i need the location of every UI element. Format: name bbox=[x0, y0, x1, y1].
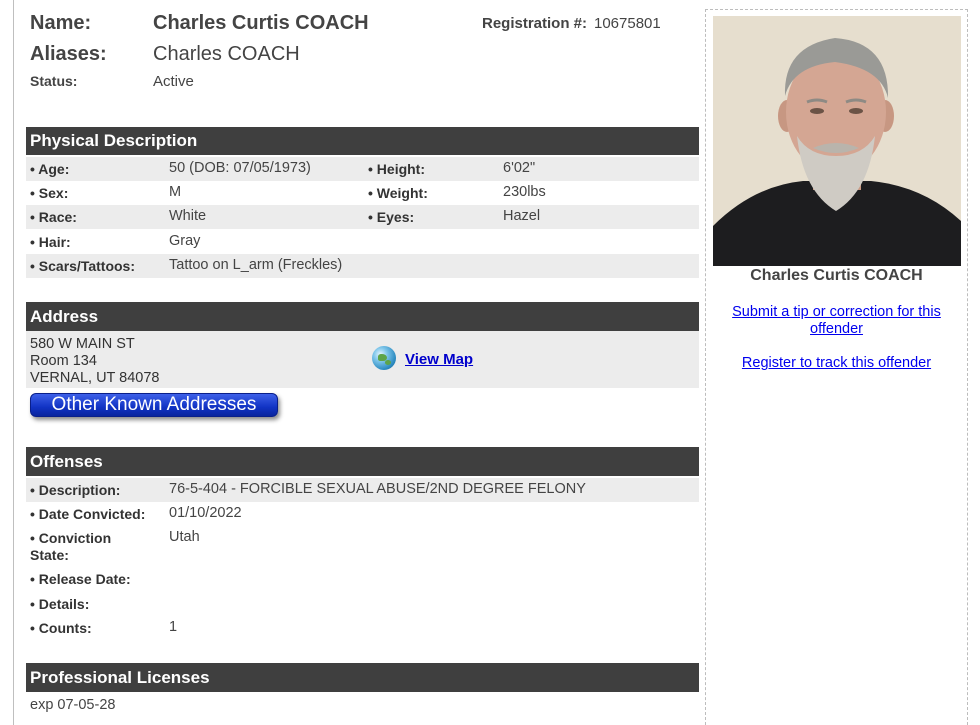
name-value: Charles Curtis COACH bbox=[153, 12, 369, 34]
hair-value: Gray bbox=[169, 233, 201, 249]
age-value: 50 (DOB: 07/05/1973) bbox=[169, 160, 311, 176]
counts-value: 1 bbox=[169, 619, 178, 635]
aliases-value: Charles COACH bbox=[153, 43, 300, 65]
scars-label: • Scars/Tattoos: bbox=[30, 258, 135, 274]
offense-row-date: • Date Convicted: 01/10/2022 bbox=[26, 502, 699, 526]
view-map-link[interactable]: View Map bbox=[405, 351, 473, 368]
offense-row-counts: • Counts: 1 bbox=[26, 616, 699, 640]
address-line-2: Room 134 bbox=[30, 353, 97, 369]
left-border bbox=[13, 0, 14, 725]
date-convicted-value: 01/10/2022 bbox=[169, 505, 242, 521]
address-line-3: VERNAL, UT 84078 bbox=[30, 370, 160, 386]
physical-description-header: Physical Description bbox=[26, 127, 699, 155]
offense-row-description: • Description: 76-5-404 - FORCIBLE SEXUA… bbox=[26, 478, 699, 502]
physical-row-scars: • Scars/Tattoos: Tattoo on L_arm (Freckl… bbox=[26, 254, 699, 278]
counts-label: • Counts: bbox=[30, 620, 92, 636]
physical-row-age: • Age: 50 (DOB: 07/05/1973) • Height: 6'… bbox=[26, 157, 699, 181]
aliases-label: Aliases: bbox=[30, 43, 107, 65]
eyes-value: Hazel bbox=[503, 208, 541, 224]
address-box: 580 W MAIN ST Room 134 VERNAL, UT 84078 … bbox=[26, 331, 699, 388]
physical-row-hair: • Hair: Gray bbox=[26, 230, 699, 254]
offender-photo bbox=[713, 16, 961, 266]
offense-row-details: • Details: bbox=[26, 592, 699, 616]
conviction-state-value: Utah bbox=[169, 529, 200, 545]
side-offender-name: Charles Curtis COACH bbox=[750, 267, 923, 284]
registration-value: 10675801 bbox=[594, 15, 661, 32]
professional-licenses-header: Professional Licenses bbox=[26, 663, 699, 692]
weight-label: • Weight: bbox=[368, 185, 428, 201]
scars-value: Tattoo on L_arm (Freckles) bbox=[169, 257, 343, 273]
weight-value: 230lbs bbox=[503, 184, 546, 200]
race-label: • Race: bbox=[30, 209, 77, 225]
age-label: • Age: bbox=[30, 161, 70, 177]
submit-tip-link-line-1[interactable]: Submit a tip or correction for this bbox=[732, 304, 941, 320]
offense-row-state: • Conviction State: Utah bbox=[26, 526, 699, 564]
physical-row-sex: • Sex: M • Weight: 230lbs bbox=[26, 181, 699, 205]
hair-label: • Hair: bbox=[30, 234, 71, 250]
offense-row-release: • Release Date: bbox=[26, 567, 699, 591]
name-label: Name: bbox=[30, 12, 92, 34]
physical-row-race: • Race: White • Eyes: Hazel bbox=[26, 205, 699, 229]
offenses-header: Offenses bbox=[26, 447, 699, 476]
conviction-state-label: • Conviction bbox=[30, 530, 112, 546]
sex-label: • Sex: bbox=[30, 185, 69, 201]
registration-label: Registration #: bbox=[482, 15, 588, 32]
conviction-state-label-cont: State: bbox=[30, 547, 69, 563]
height-label: • Height: bbox=[368, 161, 426, 177]
height-value: 6'02" bbox=[503, 160, 536, 176]
eyes-label: • Eyes: bbox=[368, 209, 415, 225]
date-convicted-label: • Date Convicted: bbox=[30, 506, 146, 522]
release-date-label: • Release Date: bbox=[30, 571, 131, 587]
details-label: • Details: bbox=[30, 596, 90, 612]
address-header: Address bbox=[26, 302, 699, 331]
description-label: • Description: bbox=[30, 482, 121, 498]
description-value: 76-5-404 - FORCIBLE SEXUAL ABUSE/2ND DEG… bbox=[169, 481, 586, 497]
photo-illustration bbox=[713, 16, 961, 266]
race-value: White bbox=[169, 208, 207, 224]
other-known-addresses-button[interactable]: Other Known Addresses bbox=[30, 393, 278, 417]
submit-tip-link-line-2[interactable]: offender bbox=[810, 321, 863, 337]
status-value: Active bbox=[153, 73, 194, 90]
address-line-1: 580 W MAIN ST bbox=[30, 336, 135, 352]
globe-icon[interactable] bbox=[372, 346, 396, 370]
sex-value: M bbox=[169, 184, 182, 200]
license-text: exp 07-05-28 bbox=[30, 697, 116, 713]
submit-tip-link[interactable]: Submit a tip or correction for this offe… bbox=[705, 304, 968, 338]
status-label: Status: bbox=[30, 73, 78, 89]
register-track-link[interactable]: Register to track this offender bbox=[705, 355, 968, 372]
